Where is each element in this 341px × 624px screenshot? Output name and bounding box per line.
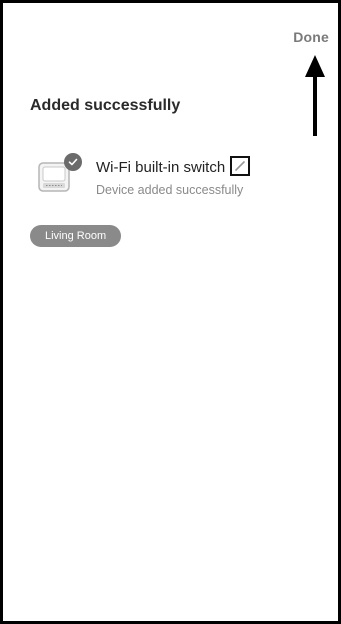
phone-screen: Done Added successfully Wi-Fi built-in s… — [0, 0, 341, 624]
done-button[interactable]: Done — [293, 29, 329, 45]
edit-device-name-button[interactable] — [230, 156, 250, 176]
pencil-icon — [235, 161, 245, 171]
check-icon — [64, 153, 82, 171]
page-title: Added successfully — [30, 97, 181, 114]
device-name: Wi-Fi built-in switch — [96, 159, 226, 176]
room-chip-living-room[interactable]: Living Room — [30, 225, 122, 247]
device-row: Wi-Fi built-in switch Device added succe… — [34, 153, 334, 205]
device-status: Device added successfully — [96, 183, 244, 197]
annotation-arrow-icon — [305, 55, 325, 136]
